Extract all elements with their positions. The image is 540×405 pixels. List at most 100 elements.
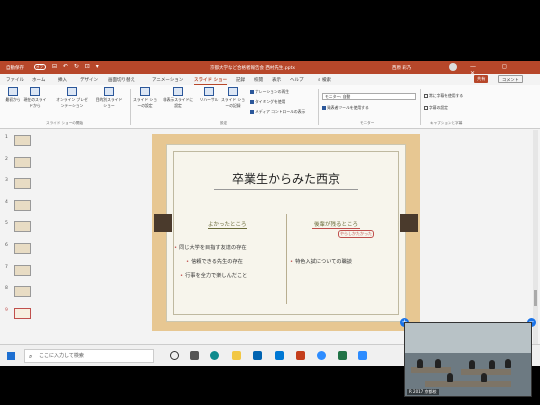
user-name[interactable]: 西原 彩乃 [392, 65, 411, 71]
powerpoint-icon[interactable] [296, 351, 305, 360]
student-figure [505, 359, 511, 368]
comment-button[interactable]: コメント [498, 75, 523, 83]
tab-home[interactable]: ホーム [32, 77, 45, 83]
binder-clip-right [400, 214, 418, 232]
windows-start-icon[interactable] [7, 352, 15, 360]
search-placeholder: ここに入力して検索 [39, 353, 84, 359]
video-preview[interactable]: R 2017 京都校 [404, 322, 532, 397]
checkbox-icon [250, 100, 254, 104]
logo-pane [11, 352, 15, 356]
student-figure [447, 373, 453, 382]
pen-annotation: やらしかたかった [338, 230, 374, 238]
share-button[interactable]: 共有 [474, 75, 489, 83]
tab-file[interactable]: ファイル [6, 77, 24, 83]
rehearse-icon [204, 87, 214, 96]
custom-show-icon [104, 87, 114, 96]
record-icon [228, 87, 238, 96]
slide-thumbnail[interactable] [14, 178, 31, 189]
bullet-icon: • [174, 245, 178, 251]
custom-show-button[interactable]: 目的別スライド ショー [94, 87, 124, 109]
search-label: 検索 [321, 78, 331, 83]
store-icon[interactable] [253, 351, 262, 360]
bullet-icon: • [180, 273, 184, 279]
explorer-icon[interactable] [232, 351, 241, 360]
ribbon-tabs: ファイル ホーム 挿入 デザイン 画面切り替え アニメーション スライド ショー… [0, 74, 540, 85]
divider [318, 89, 319, 125]
pen-underline [312, 228, 360, 229]
meeting-icon[interactable] [358, 351, 367, 360]
column-divider [286, 214, 287, 304]
slide-thumbnail[interactable] [14, 221, 31, 232]
divider [420, 89, 421, 125]
outlook-icon[interactable] [275, 351, 284, 360]
tab-record[interactable]: 記録 [236, 77, 245, 83]
cortana-icon[interactable] [170, 351, 179, 360]
title-bar: 自動保存 オフ ⊟ ↶ ↻ ⊡ ▾ 京都大学など合格者報告会 西村先生.pptx… [0, 61, 540, 77]
record-show-button[interactable]: スライド ショーの記録 [220, 87, 246, 109]
desk [425, 381, 511, 387]
tab-design[interactable]: デザイン [80, 77, 98, 83]
slide-thumbnail[interactable] [14, 243, 31, 254]
checkbox-icon [424, 94, 428, 98]
search-icon: ⌕ [29, 353, 33, 360]
button-label: リハーサル [199, 97, 219, 102]
group-name-captions: キャプションと字幕 [430, 121, 463, 125]
tab-help[interactable]: ヘルプ [290, 77, 304, 83]
checkbox-icon [250, 110, 254, 114]
captions-icon [424, 106, 428, 110]
button-label: 字幕の設定 [429, 105, 448, 110]
thumb-number: 7 [5, 265, 8, 270]
logo-pane [11, 356, 15, 360]
monitor-select[interactable]: モニター: 自動 [322, 93, 416, 100]
slide-thumbnail[interactable] [14, 157, 31, 168]
always-subtitles-checkbox[interactable]: 常に字幕を使用する [424, 93, 463, 99]
setup-show-button[interactable]: スライド ショーの設定 [132, 87, 158, 109]
tab-review[interactable]: 校閲 [254, 77, 263, 83]
bullet-text: 特色入試についての職談 [295, 259, 352, 265]
slide-thumbnail[interactable] [14, 200, 31, 211]
tab-transitions[interactable]: 画面切り替え [108, 77, 135, 83]
slide-thumbnail[interactable] [14, 286, 31, 297]
bullet-text: 行事を全力で楽しんだこと [185, 273, 248, 279]
hide-slide-button[interactable]: 非表示スライドに設定 [162, 87, 194, 109]
media-controls-checkbox[interactable]: メディア コントロールの表示 [250, 109, 305, 115]
online-present-button[interactable]: オンライン プレゼンテーション [56, 87, 88, 109]
quick-access-toolbar[interactable]: ⊟ ↶ ↻ ⊡ ▾ [52, 63, 101, 70]
slide-thumbnail[interactable] [14, 265, 31, 276]
button-label: オンライン プレゼンテーション [56, 97, 88, 108]
tab-animations[interactable]: アニメーション [152, 77, 183, 83]
edge-icon[interactable] [210, 351, 219, 360]
autosave-label: 自動保存 [6, 66, 24, 71]
from-current-button[interactable]: 現在のスライドから [22, 87, 48, 109]
use-timings-checkbox[interactable]: タイミングを使用 [250, 99, 285, 105]
tab-slideshow[interactable]: スライド ショー [194, 77, 228, 85]
button-label: 最初から [5, 97, 21, 102]
tab-insert[interactable]: 挿入 [58, 77, 67, 83]
task-view-icon[interactable] [190, 351, 199, 360]
ribbon: 最初から 現在のスライドから オンライン プレゼンテーション 目的別スライド シ… [0, 85, 540, 129]
slide-canvas[interactable]: 卒業生からみた西京 よかったところ 後輩が残るところ やらしかたかった • 同じ大… [152, 134, 420, 331]
zoom-icon[interactable] [317, 351, 326, 360]
slide-thumbnail[interactable] [14, 135, 31, 146]
rehearse-button[interactable]: リハーサル [196, 87, 222, 103]
group-name-setup: 設定 [220, 121, 228, 125]
avatar[interactable] [449, 63, 457, 71]
play-narrations-checkbox[interactable]: ナレーションの再生 [250, 89, 289, 95]
presenter-view-checkbox[interactable]: 発表者ツールを使用する [322, 105, 369, 111]
checkbox-icon [250, 90, 254, 94]
excel-icon[interactable] [338, 351, 347, 360]
checkbox-label: ナレーションの再生 [255, 89, 290, 94]
slide-title: 卒業生からみた西京 [231, 172, 340, 186]
search-box[interactable]: ⌕ 検索 [318, 77, 331, 83]
tab-view[interactable]: 表示 [272, 77, 281, 83]
divider [130, 89, 131, 125]
scrollbar-thumb[interactable] [534, 290, 537, 306]
group-name-start: スライド ショーの開始 [46, 121, 84, 125]
taskbar-search-input[interactable]: ⌕ ここに入力して検索 [24, 349, 154, 363]
button-label: 目的別スライド ショー [95, 97, 123, 108]
list-item: • 信頼できる先生の存在 [186, 258, 243, 265]
slide-thumbnail-selected[interactable] [14, 308, 31, 319]
subtitle-settings-button[interactable]: 字幕の設定 [424, 105, 448, 111]
autosave-toggle[interactable]: オフ [34, 64, 46, 70]
student-figure [417, 359, 423, 368]
